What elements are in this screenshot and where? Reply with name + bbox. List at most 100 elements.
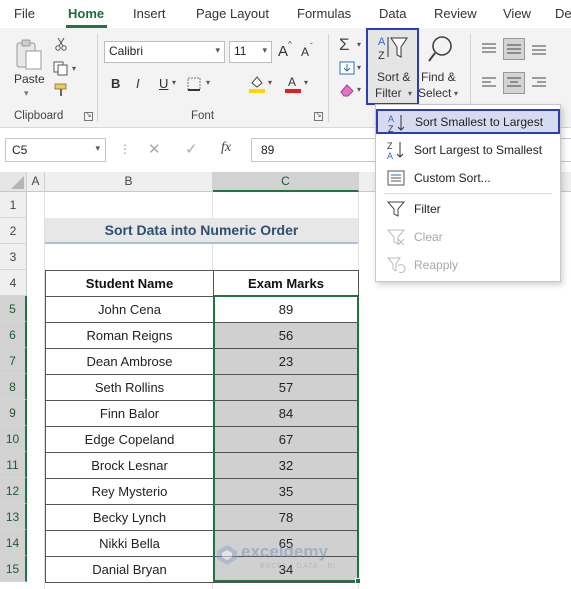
font-name-select[interactable]: Calibri ▾ — [104, 41, 225, 63]
header-exam-marks[interactable]: Exam Marks — [213, 270, 359, 297]
row-header-10[interactable]: 10 — [0, 426, 27, 452]
row-header-15[interactable]: 15 — [0, 556, 27, 582]
exam-mark-cell[interactable]: 78 — [213, 504, 359, 531]
tab-formulas[interactable]: Formulas — [297, 6, 351, 21]
menu-item-sort-ascending[interactable]: A Z Sort Smallest to Largest — [376, 109, 560, 134]
student-name-cell[interactable]: Becky Lynch — [45, 504, 214, 531]
fill-color-icon[interactable] — [247, 73, 267, 95]
find-select-label-2[interactable]: Select — [418, 86, 451, 101]
exam-mark-cell[interactable]: 57 — [213, 374, 359, 401]
tab-insert[interactable]: Insert — [133, 6, 166, 21]
student-name-cell[interactable]: John Cena — [45, 296, 214, 323]
align-right-icon[interactable] — [529, 74, 549, 92]
find-magnifier-icon[interactable] — [425, 34, 455, 66]
italic-button[interactable]: I — [136, 76, 140, 91]
sort-filter-button[interactable]: A Z Sort & Filter ▾ — [366, 28, 419, 105]
autosum-icon[interactable]: Σ — [339, 35, 350, 55]
clear-dropdown-icon[interactable]: ▾ — [357, 85, 361, 94]
menu-item-clear[interactable]: Clear — [377, 224, 559, 250]
column-header-a[interactable]: A — [27, 172, 45, 192]
cancel-icon[interactable]: ✕ — [148, 140, 161, 158]
font-size-select[interactable]: 11 ▾ — [229, 41, 272, 63]
underline-dropdown-icon[interactable]: ▾ — [172, 78, 176, 87]
paste-dropdown-icon[interactable]: ▾ — [24, 88, 29, 99]
sheet-title-cell[interactable]: Sort Data into Numeric Order — [45, 218, 358, 244]
tab-view[interactable]: View — [503, 6, 531, 21]
clear-eraser-icon[interactable] — [338, 82, 356, 98]
student-name-cell[interactable]: Roman Reigns — [45, 322, 214, 349]
row-header-13[interactable]: 13 — [0, 504, 27, 530]
menu-item-sort-descending[interactable]: Z A Sort Largest to Smallest — [377, 137, 559, 163]
align-bottom-icon[interactable] — [529, 40, 549, 58]
enter-check-icon[interactable]: ✓ — [185, 140, 198, 158]
autosum-dropdown-icon[interactable]: ▾ — [357, 40, 361, 49]
tab-home[interactable]: Home — [68, 6, 104, 21]
student-name-cell[interactable]: Rey Mysterio — [45, 478, 214, 505]
exam-mark-cell[interactable]: 89 — [213, 296, 359, 323]
paste-label[interactable]: Paste — [14, 72, 45, 87]
row-header-11[interactable]: 11 — [0, 452, 27, 478]
name-box[interactable]: C5 ▾ — [5, 138, 106, 162]
insert-function-icon[interactable]: fx — [221, 140, 231, 156]
row-header-9[interactable]: 9 — [0, 400, 27, 426]
column-header-b[interactable]: B — [45, 172, 213, 192]
underline-button[interactable]: U — [159, 76, 168, 91]
tab-file[interactable]: File — [14, 6, 35, 21]
row-header-3[interactable]: 3 — [0, 244, 27, 270]
borders-dropdown-icon[interactable]: ▾ — [206, 78, 210, 87]
tab-developer[interactable]: De — [555, 6, 571, 21]
bold-button[interactable]: B — [111, 76, 120, 91]
copy-icon[interactable] — [52, 60, 70, 76]
find-select-dropdown-icon[interactable]: ▾ — [454, 89, 458, 98]
cut-icon[interactable] — [53, 36, 69, 52]
align-middle-icon[interactable] — [503, 38, 525, 60]
student-name-cell[interactable]: Brock Lesnar — [45, 452, 214, 479]
exam-mark-cell[interactable]: 23 — [213, 348, 359, 375]
student-name-cell[interactable]: Seth Rollins — [45, 374, 214, 401]
align-top-icon[interactable] — [479, 40, 499, 58]
tab-review[interactable]: Review — [434, 6, 477, 21]
align-left-icon[interactable] — [479, 74, 499, 92]
exam-mark-cell[interactable]: 56 — [213, 322, 359, 349]
fill-down-icon[interactable] — [338, 60, 356, 76]
menu-item-reapply[interactable]: Reapply — [377, 252, 559, 278]
row-header-4[interactable]: 4 — [0, 270, 27, 296]
row-header-7[interactable]: 7 — [0, 348, 27, 374]
row-header-1[interactable]: 1 — [0, 192, 27, 218]
row-header-6[interactable]: 6 — [0, 322, 27, 348]
exam-mark-cell[interactable]: 84 — [213, 400, 359, 427]
font-dialog-launcher-icon[interactable]: ↘ — [314, 112, 323, 121]
clipboard-dialog-launcher-icon[interactable]: ↘ — [84, 112, 93, 121]
paste-icon[interactable] — [12, 36, 46, 74]
borders-icon[interactable] — [185, 76, 203, 92]
increase-font-size-button[interactable]: A — [278, 43, 288, 60]
align-center-icon[interactable] — [503, 72, 525, 94]
copy-dropdown-icon[interactable]: ▾ — [72, 64, 76, 73]
row-header-14[interactable]: 14 — [0, 530, 27, 556]
font-color-icon[interactable]: A — [283, 73, 303, 95]
header-student-name[interactable]: Student Name — [45, 270, 214, 297]
menu-item-filter[interactable]: Filter — [377, 196, 559, 222]
select-all-corner[interactable] — [0, 172, 27, 192]
student-name-cell[interactable]: Edge Copeland — [45, 426, 214, 453]
tab-data[interactable]: Data — [379, 6, 406, 21]
fill-color-dropdown-icon[interactable]: ▾ — [268, 78, 272, 87]
row-header-5[interactable]: 5 — [0, 296, 27, 322]
fill-dropdown-icon[interactable]: ▾ — [357, 63, 361, 72]
decrease-font-size-button[interactable]: A — [301, 45, 309, 59]
format-painter-icon[interactable] — [52, 82, 70, 98]
row-header-2[interactable]: 2 — [0, 218, 27, 244]
row-header-12[interactable]: 12 — [0, 478, 27, 504]
tab-page-layout[interactable]: Page Layout — [196, 6, 269, 21]
student-name-cell[interactable]: Dean Ambrose — [45, 348, 214, 375]
column-header-c[interactable]: C — [213, 172, 359, 192]
student-name-cell[interactable]: Finn Balor — [45, 400, 214, 427]
menu-item-custom-sort[interactable]: Custom Sort... — [377, 165, 559, 191]
row-header-8[interactable]: 8 — [0, 374, 27, 400]
find-select-label-1[interactable]: Find & — [421, 70, 456, 85]
student-name-cell[interactable]: Nikki Bella — [45, 530, 214, 557]
exam-mark-cell[interactable]: 32 — [213, 452, 359, 479]
exam-mark-cell[interactable]: 67 — [213, 426, 359, 453]
exam-mark-cell[interactable]: 35 — [213, 478, 359, 505]
student-name-cell[interactable]: Danial Bryan — [45, 556, 214, 583]
